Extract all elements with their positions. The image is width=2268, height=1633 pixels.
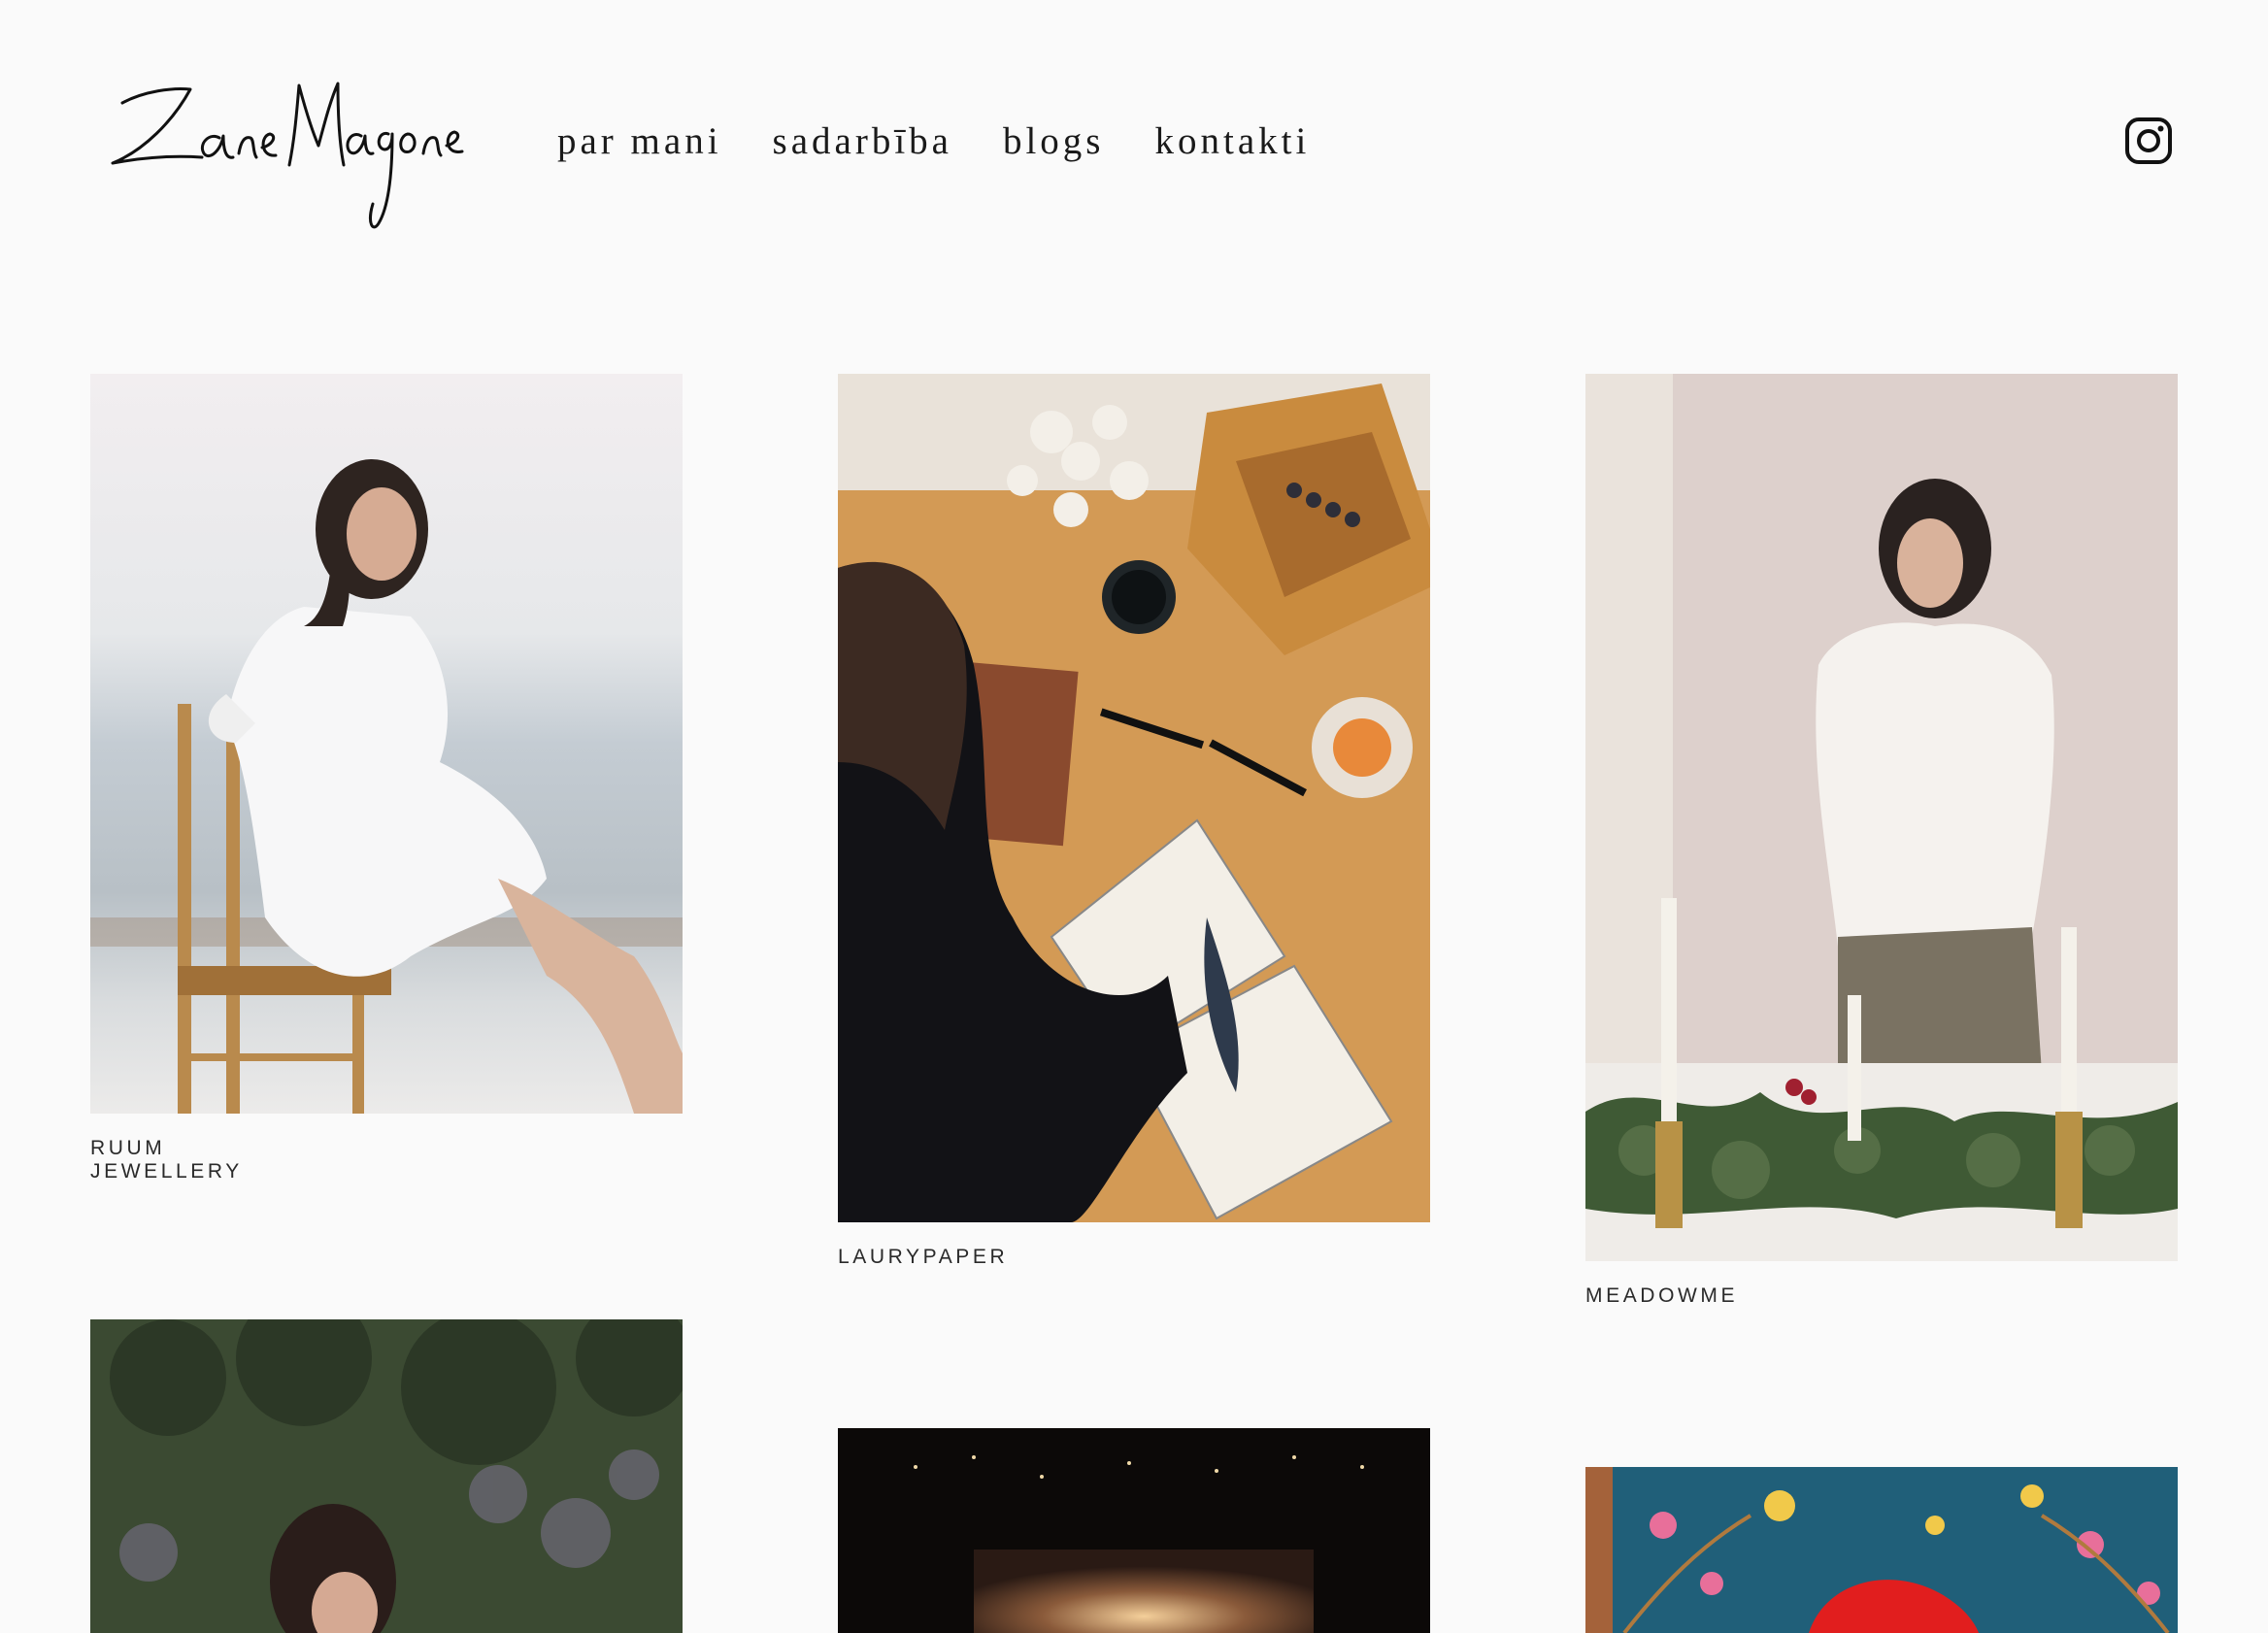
- portfolio-image[interactable]: [838, 374, 1430, 1222]
- nav-link-kontakti[interactable]: kontakti: [1154, 115, 1310, 169]
- nav-link-blogs[interactable]: blogs: [1003, 115, 1105, 169]
- instagram-icon[interactable]: [2124, 117, 2173, 165]
- portfolio-image[interactable]: [1585, 374, 2178, 1261]
- nav-link-par-mani[interactable]: par mani: [557, 115, 722, 169]
- portfolio-image[interactable]: [838, 1428, 1430, 1633]
- portfolio-caption[interactable]: MEADOWME: [1585, 1284, 1738, 1308]
- logo[interactable]: [105, 68, 474, 238]
- portfolio-image[interactable]: [1585, 1467, 2178, 1633]
- portfolio-image[interactable]: [90, 374, 683, 1114]
- logo-signature: [111, 82, 464, 229]
- site-header: par mani sadarbība blogs kontakti: [0, 0, 2268, 252]
- portfolio-image[interactable]: [90, 1319, 683, 1633]
- main-nav: par mani sadarbība blogs kontakti: [557, 115, 1360, 169]
- nav-link-sadarbiba[interactable]: sadarbība: [773, 115, 952, 169]
- portfolio-caption[interactable]: LAURYPAPER: [838, 1246, 1008, 1269]
- portfolio-caption[interactable]: RUUM JEWELLERY: [90, 1137, 243, 1183]
